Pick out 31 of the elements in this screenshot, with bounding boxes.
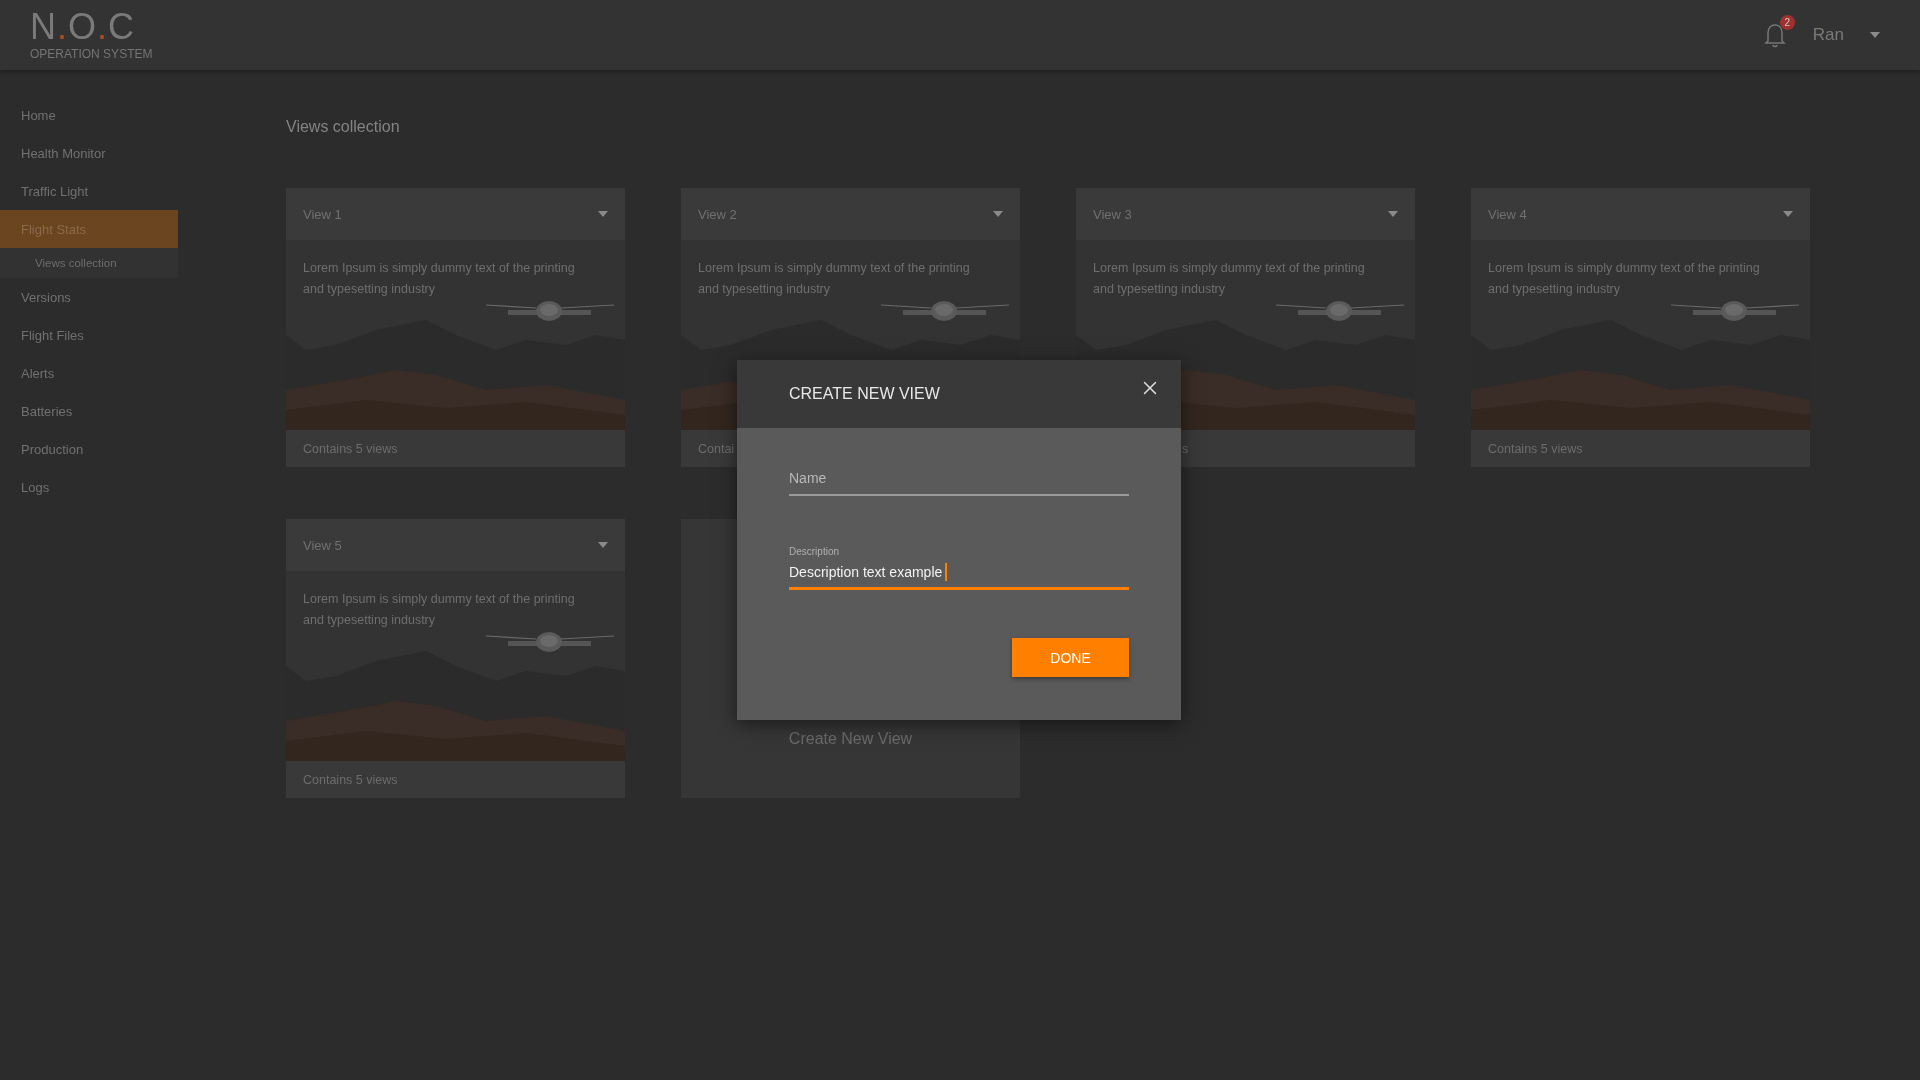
notification-badge: 2 xyxy=(1779,15,1795,30)
card-description: Lorem Ipsum is simply dummy text of the printing and typesetting industry xyxy=(698,260,970,298)
done-button[interactable]: DONE xyxy=(1012,638,1129,677)
caret-icon[interactable] xyxy=(598,542,608,548)
name-field[interactable]: Name xyxy=(789,462,1129,496)
caret-icon[interactable] xyxy=(993,211,1003,217)
caret-icon[interactable] xyxy=(1870,32,1880,38)
caret-icon[interactable] xyxy=(1388,211,1398,217)
sidebar-item[interactable]: Production xyxy=(0,430,178,468)
sidebar-item[interactable]: Versions xyxy=(0,278,178,316)
user-name[interactable]: Ran xyxy=(1812,25,1844,45)
sidebar-item[interactable]: Alerts xyxy=(0,354,178,392)
dialog-title: CREATE NEW VIEW xyxy=(789,385,940,403)
description-field[interactable]: Description Description text example xyxy=(789,546,1129,590)
sidebar-item[interactable]: Traffic Light xyxy=(0,172,178,210)
caret-icon[interactable] xyxy=(1783,211,1793,217)
card-description: Lorem Ipsum is simply dummy text of the printing and typesetting industry xyxy=(1093,260,1365,298)
page-title: Views collection xyxy=(286,118,401,136)
logo: N.O.C xyxy=(30,9,137,45)
caret-icon[interactable] xyxy=(598,211,608,217)
sidebar-subitem[interactable]: Views collection xyxy=(0,248,178,278)
card-description: Lorem Ipsum is simply dummy text of the printing and typesetting industry xyxy=(303,591,575,629)
card-description: Lorem Ipsum is simply dummy text of the printing and typesetting industry xyxy=(1488,260,1760,298)
sidebar-item[interactable]: Health Monitor xyxy=(0,134,178,172)
bell-icon[interactable] xyxy=(1762,22,1787,48)
logo-subtitle: OPERATION SYSTEM xyxy=(30,47,153,61)
sidebar-item[interactable]: Flight Files xyxy=(0,316,178,354)
sidebar-item[interactable]: Batteries xyxy=(0,392,178,430)
card-description: Lorem Ipsum is simply dummy text of the printing and typesetting industry xyxy=(303,260,575,298)
sidebar-item[interactable]: Logs xyxy=(0,468,178,506)
sidebar-item[interactable]: Home xyxy=(0,96,178,134)
